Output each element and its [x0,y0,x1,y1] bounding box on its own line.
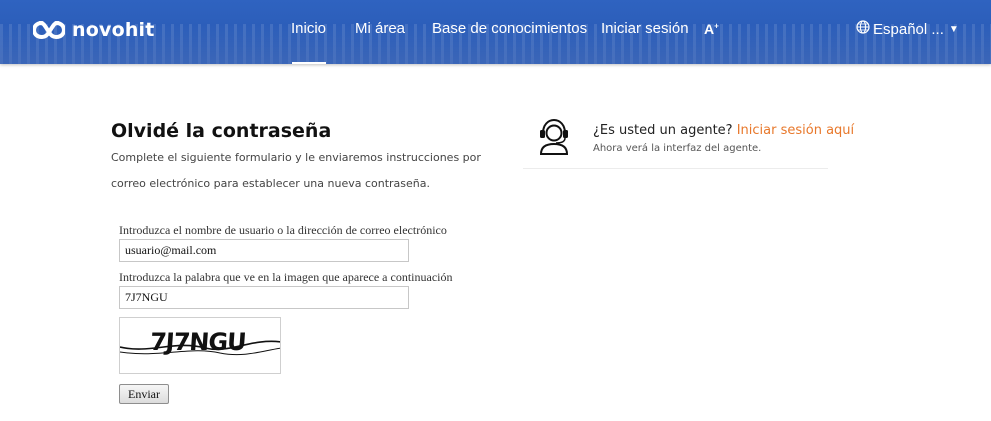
page-title: Olvidé la contraseña [111,120,332,142]
language-label: Español ... [873,20,944,38]
headset-agent-icon [537,118,571,161]
captcha-image: 7J7NGU [119,317,281,374]
active-nav-indicator [292,62,326,64]
globe-icon [856,20,870,38]
captcha-input[interactable] [119,286,409,309]
page-description: Complete el siguiente formulario y le en… [111,151,481,190]
nav-inicio[interactable]: Inicio [291,20,326,37]
top-header: novohit Inicio Mi área Base de conocimie… [0,0,991,64]
infinity-logo-icon [33,20,65,40]
captcha-label: Introduzca la palabra que ve en la image… [119,270,453,284]
nav-mi-area[interactable]: Mi área [355,20,405,37]
agent-subtitle: Ahora verá la interfaz del agente. [593,143,762,154]
caret-down-icon: ▼ [948,23,959,35]
language-selector[interactable]: Español ... ▼ [856,20,959,38]
agent-question: ¿Es usted un agente? Iniciar sesión aquí [593,123,854,138]
captcha-noise-lines [120,340,280,356]
agent-question-text: ¿Es usted un agente? [593,123,733,138]
agent-login-link[interactable]: Iniciar sesión aquí [737,123,854,138]
nav-base-de-conocimientos[interactable]: Base de conocimientos [432,20,587,37]
font-size-glyph: A [704,21,715,37]
submit-button[interactable]: Enviar [119,384,169,404]
brand-name: novohit [72,19,155,41]
agent-login-panel: ¿Es usted un agente? Iniciar sesión aquí… [523,112,854,169]
username-input[interactable] [119,239,409,262]
nav-iniciar-sesion[interactable]: Iniciar sesión [601,20,689,37]
brand-logo[interactable]: novohit [33,16,155,44]
font-size-icon[interactable]: A+ [704,21,719,37]
username-label: Introduzca el nombre de usuario o la dir… [119,223,447,237]
